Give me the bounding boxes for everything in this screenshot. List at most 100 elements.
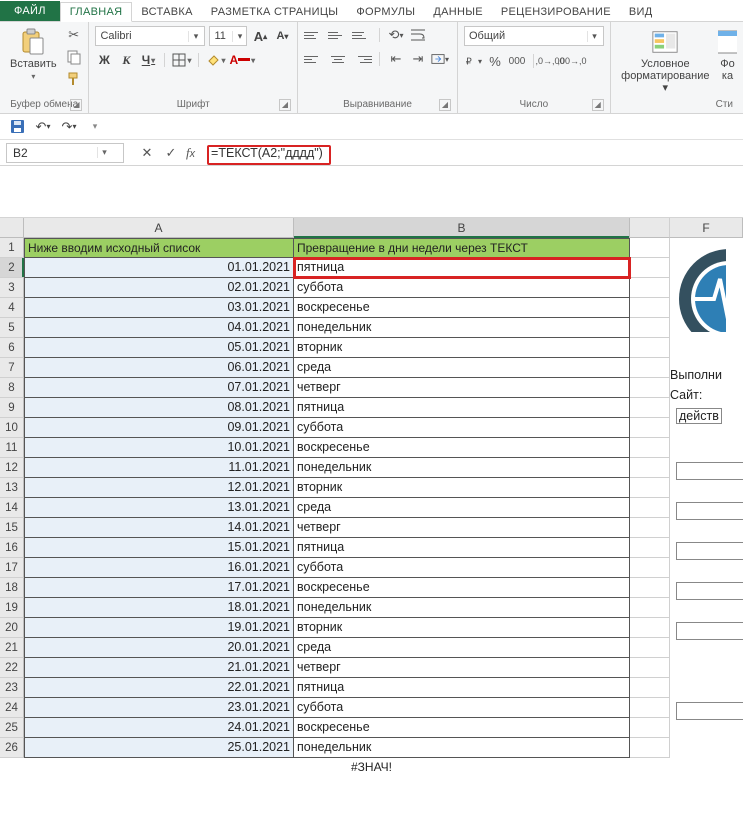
name-box-input[interactable]	[7, 146, 97, 160]
cell[interactable]	[630, 698, 670, 718]
row-header[interactable]: 7	[0, 358, 24, 378]
borders-button[interactable]: ▾	[172, 51, 191, 69]
orientation-icon[interactable]: ⟲▾	[387, 26, 405, 44]
cell-weekday[interactable]: воскресенье	[294, 298, 630, 318]
cell-date[interactable]: 23.01.2021	[24, 698, 294, 718]
cell-date[interactable]: 24.01.2021	[24, 718, 294, 738]
accounting-format-icon[interactable]: ₽▾	[464, 52, 482, 70]
cell-weekday[interactable]: пятница	[294, 678, 630, 698]
row-header[interactable]: 11	[0, 438, 24, 458]
cell[interactable]	[630, 638, 670, 658]
cell-weekday[interactable]: пятница	[294, 538, 630, 558]
align-center-icon[interactable]	[328, 51, 348, 67]
header-cell-a[interactable]: Ниже вводим исходный список	[24, 238, 294, 258]
cell[interactable]	[630, 318, 670, 338]
formula-input[interactable]	[205, 144, 743, 162]
cell-weekday[interactable]: вторник	[294, 618, 630, 638]
cell[interactable]	[630, 378, 670, 398]
cell-date[interactable]: 08.01.2021	[24, 398, 294, 418]
cell-date[interactable]: 16.01.2021	[24, 558, 294, 578]
cell-date[interactable]: 06.01.2021	[24, 358, 294, 378]
cell[interactable]	[630, 598, 670, 618]
bold-button[interactable]: Ж	[95, 51, 113, 69]
cell-weekday[interactable]: пятница	[294, 258, 630, 278]
number-format-combo[interactable]: ▾	[464, 26, 604, 46]
cell-weekday[interactable]: понедельник	[294, 458, 630, 478]
cell-date[interactable]: 09.01.2021	[24, 418, 294, 438]
cell[interactable]	[630, 738, 670, 758]
decrease-font-icon[interactable]: A▾	[273, 27, 291, 45]
right-input-2[interactable]	[676, 502, 743, 520]
save-icon[interactable]	[8, 118, 26, 136]
cell-date[interactable]: 22.01.2021	[24, 678, 294, 698]
increase-indent-icon[interactable]: ⇥	[409, 50, 427, 68]
cell-date[interactable]: 15.01.2021	[24, 538, 294, 558]
tab-data[interactable]: ДАННЫЕ	[424, 3, 492, 21]
cell-date[interactable]: 25.01.2021	[24, 738, 294, 758]
dialog-launcher-icon[interactable]: ◢	[70, 99, 82, 111]
cell[interactable]	[630, 258, 670, 278]
cell-weekday[interactable]: суббота	[294, 558, 630, 578]
cell-weekday[interactable]: вторник	[294, 478, 630, 498]
cell-date[interactable]: 01.01.2021	[24, 258, 294, 278]
underline-button[interactable]: Ч▾	[139, 51, 157, 69]
col-header-a[interactable]: A	[24, 218, 294, 238]
cell[interactable]	[630, 618, 670, 638]
chevron-down-icon[interactable]: ▾	[587, 31, 601, 42]
undo-icon[interactable]: ↶ ▾	[34, 118, 52, 136]
cell-weekday[interactable]: четверг	[294, 518, 630, 538]
row-header[interactable]: 5	[0, 318, 24, 338]
name-box[interactable]: ▾	[6, 143, 124, 163]
col-header-gap[interactable]	[630, 218, 670, 238]
cell-date[interactable]: 12.01.2021	[24, 478, 294, 498]
align-middle-icon[interactable]	[328, 27, 348, 43]
cell-weekday[interactable]: пятница	[294, 398, 630, 418]
cell[interactable]	[630, 298, 670, 318]
cell-date[interactable]: 20.01.2021	[24, 638, 294, 658]
cell[interactable]	[630, 438, 670, 458]
cancel-formula-icon[interactable]: ✕	[138, 144, 156, 162]
row-header[interactable]: 22	[0, 658, 24, 678]
dialog-launcher-icon[interactable]: ◢	[592, 99, 604, 111]
cell-weekday[interactable]: воскресенье	[294, 438, 630, 458]
cell-date[interactable]: 04.01.2021	[24, 318, 294, 338]
select-all-corner[interactable]	[0, 218, 24, 238]
cell[interactable]	[630, 338, 670, 358]
tab-review[interactable]: РЕЦЕНЗИРОВАНИЕ	[492, 3, 620, 21]
font-color-button[interactable]: A▾	[229, 51, 255, 69]
enter-formula-icon[interactable]: ✓	[162, 144, 180, 162]
row-header[interactable]: 17	[0, 558, 24, 578]
align-top-icon[interactable]	[304, 27, 324, 43]
col-header-f[interactable]: F	[670, 218, 743, 238]
row-header[interactable]: 13	[0, 478, 24, 498]
cell[interactable]	[630, 538, 670, 558]
cell[interactable]	[630, 678, 670, 698]
row-header[interactable]: 4	[0, 298, 24, 318]
row-header[interactable]: 12	[0, 458, 24, 478]
font-size-combo[interactable]: ▾	[209, 26, 247, 46]
cell-weekday[interactable]: четверг	[294, 378, 630, 398]
header-cell-b[interactable]: Превращение в дни недели через ТЕКСТ	[294, 238, 630, 258]
cell-weekday[interactable]: воскресенье	[294, 718, 630, 738]
cell-weekday[interactable]: среда	[294, 358, 630, 378]
wrap-text-icon[interactable]	[409, 26, 427, 44]
cell-weekday[interactable]: понедельник	[294, 318, 630, 338]
tab-formulas[interactable]: ФОРМУЛЫ	[347, 3, 424, 21]
tab-home[interactable]: ГЛАВНАЯ	[60, 2, 133, 22]
cell-weekday[interactable]: суббота	[294, 278, 630, 298]
format-as-table-button[interactable]: Фока	[718, 26, 737, 84]
cell[interactable]	[630, 358, 670, 378]
cell[interactable]	[630, 398, 670, 418]
cell-weekday[interactable]: среда	[294, 498, 630, 518]
italic-button[interactable]: К	[117, 51, 135, 69]
cell[interactable]	[630, 498, 670, 518]
cell[interactable]	[630, 518, 670, 538]
cell[interactable]	[630, 458, 670, 478]
cell-date[interactable]: 14.01.2021	[24, 518, 294, 538]
row-header[interactable]: 19	[0, 598, 24, 618]
align-right-icon[interactable]	[352, 51, 372, 67]
cell[interactable]	[630, 418, 670, 438]
cell[interactable]	[630, 278, 670, 298]
row-header[interactable]: 20	[0, 618, 24, 638]
row-header[interactable]: 8	[0, 378, 24, 398]
